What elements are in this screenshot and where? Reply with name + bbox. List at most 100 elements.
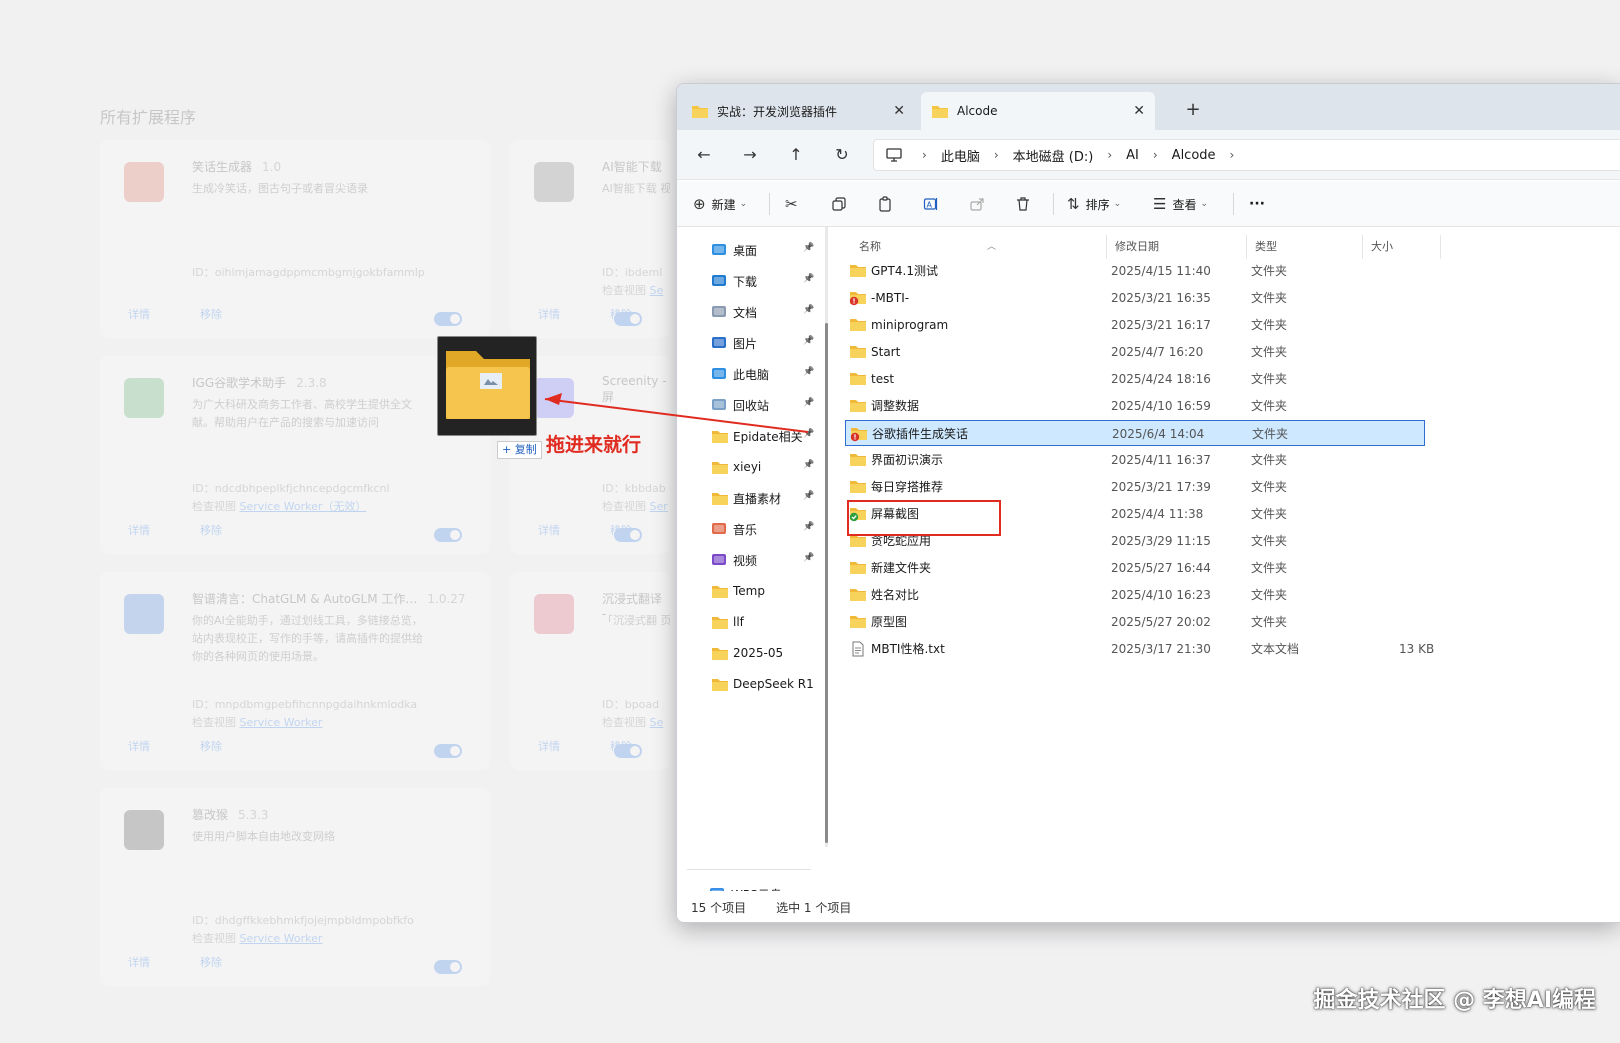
- extension-toggle[interactable]: [434, 528, 462, 542]
- inspect-link[interactable]: Se: [650, 716, 664, 729]
- file-row[interactable]: 谷歌插件生成笑话 2025/6/4 14:04 文件夹: [845, 420, 1425, 446]
- extension-toggle[interactable]: [614, 744, 642, 758]
- file-row[interactable]: 界面初识演示 2025/4/11 16:37 文件夹: [845, 447, 1445, 473]
- file-row[interactable]: Start 2025/4/7 16:20 文件夹: [845, 339, 1445, 365]
- file-name: 调整数据: [871, 399, 920, 413]
- breadcrumb-ai[interactable]: AI: [1126, 148, 1139, 163]
- breadcrumb-this-pc[interactable]: 此电脑: [941, 146, 980, 165]
- details-button[interactable]: 详情: [128, 738, 150, 754]
- details-button[interactable]: 详情: [128, 306, 150, 322]
- extension-toggle[interactable]: [614, 528, 642, 542]
- column-header-date[interactable]: 修改日期: [1107, 235, 1247, 259]
- remove-button[interactable]: 移除: [200, 738, 222, 754]
- sort-label: 排序: [1085, 197, 1110, 212]
- quick-access-item[interactable]: 视频: [711, 549, 757, 571]
- quick-access-item[interactable]: 此电脑: [711, 363, 769, 385]
- new-button[interactable]: ⊕ 新建 ⌄: [693, 191, 747, 217]
- command-bar: ⊕ 新建 ⌄ ✂ A ⇅ 排序 ⌄ ☰ 查看 ⌄ ···: [677, 181, 1620, 227]
- forward-button[interactable]: →: [737, 142, 763, 168]
- quick-access-item[interactable]: 回收站: [711, 394, 769, 416]
- quick-access-label: Epidate相关: [733, 429, 803, 444]
- breadcrumb-alcode[interactable]: Alcode: [1172, 148, 1216, 163]
- column-header-type[interactable]: 类型: [1247, 235, 1363, 259]
- paste-button[interactable]: [877, 191, 893, 217]
- file-row[interactable]: test 2025/4/24 18:16 文件夹: [845, 366, 1445, 392]
- inspect-link[interactable]: Service Worker: [240, 932, 323, 945]
- close-icon[interactable]: ✕: [893, 103, 905, 119]
- pin-icon: 📌: [803, 491, 815, 501]
- inspect-link[interactable]: Service Worker（无效）: [240, 500, 367, 513]
- quick-access-item[interactable]: xieyi: [711, 456, 761, 478]
- sort-button[interactable]: ⇅ 排序 ⌄: [1067, 191, 1121, 217]
- navigation-scrollbar[interactable]: [825, 227, 828, 847]
- file-row[interactable]: 每日穿搭推荐 2025/3/21 17:39 文件夹: [845, 474, 1445, 500]
- quick-access-item[interactable]: Epidate相关: [711, 425, 803, 447]
- inspect-link[interactable]: Ser: [650, 500, 668, 513]
- delete-button[interactable]: [1015, 191, 1031, 217]
- file-row[interactable]: miniprogram 2025/3/21 16:17 文件夹: [845, 312, 1445, 338]
- pin-icon: 📌: [803, 429, 815, 439]
- file-row[interactable]: 新建文件夹 2025/5/27 16:44 文件夹: [845, 555, 1445, 581]
- details-button[interactable]: 详情: [538, 738, 560, 754]
- share-button[interactable]: [969, 191, 985, 217]
- breadcrumb-drive-d[interactable]: 本地磁盘 (D:): [1013, 146, 1094, 165]
- extension-toggle[interactable]: [614, 312, 642, 326]
- close-icon[interactable]: ✕: [1133, 103, 1145, 119]
- details-button[interactable]: 详情: [538, 306, 560, 322]
- refresh-button[interactable]: ↻: [829, 142, 855, 168]
- extension-card: 笑话生成器 1.0 生成冷笑话，图古句子或者冒尖语录 ID：oihlmjamagdpp…: [100, 140, 490, 338]
- file-list: 名称 ︿ 修改日期 类型 大小 GPT4.1测试 2025/4/15 11:40 文…: [831, 227, 1620, 891]
- extension-toggle[interactable]: [434, 960, 462, 974]
- copy-button[interactable]: [831, 191, 847, 217]
- inspect-link[interactable]: Service Worker: [240, 716, 323, 729]
- file-row[interactable]: 调整数据 2025/4/10 16:59 文件夹: [845, 393, 1445, 419]
- quick-access-item[interactable]: 直播素材: [711, 487, 781, 509]
- quick-access-item[interactable]: llf: [711, 611, 744, 633]
- column-header-size[interactable]: 大小: [1363, 235, 1441, 259]
- extension-inspect-views: 检查视图 Se: [602, 282, 663, 298]
- details-button[interactable]: 详情: [128, 954, 150, 970]
- remove-button[interactable]: 移除: [200, 522, 222, 538]
- tab-alcode[interactable]: Alcode ✕: [921, 92, 1155, 130]
- remove-button[interactable]: 移除: [200, 306, 222, 322]
- extension-name-label: 笑话生成器: [192, 160, 253, 174]
- details-button[interactable]: 详情: [128, 522, 150, 538]
- quick-access-item[interactable]: 音乐: [711, 518, 757, 540]
- cut-button[interactable]: ✂: [785, 191, 798, 217]
- column-header-name[interactable]: 名称 ︿: [851, 235, 1107, 259]
- new-tab-button[interactable]: +: [1181, 98, 1205, 122]
- view-button[interactable]: ☰ 查看 ⌄: [1153, 191, 1208, 217]
- tab-browser-plugin[interactable]: 实战：开发浏览器插件 ✕: [681, 92, 915, 130]
- extension-toggle[interactable]: [434, 312, 462, 326]
- file-type: 文件夹: [1251, 372, 1288, 386]
- chevron-right-icon: ›: [922, 148, 927, 162]
- quick-access-item[interactable]: DeepSeek R1: [711, 673, 814, 695]
- quick-access-item[interactable]: 图片: [711, 332, 757, 354]
- quick-access-item[interactable]: Temp: [711, 580, 765, 602]
- extension-name-label: Screenity - 屏: [602, 374, 667, 404]
- quick-access-item[interactable]: 2025-05: [711, 642, 783, 664]
- more-options-button[interactable]: ···: [1249, 191, 1265, 217]
- back-button[interactable]: ←: [691, 142, 717, 168]
- quick-access-item[interactable]: 下载: [711, 270, 757, 292]
- view-label: 查看: [1172, 197, 1197, 212]
- quick-access-label: 图片: [733, 336, 758, 351]
- file-row[interactable]: 姓名对比 2025/4/10 16:23 文件夹: [845, 582, 1445, 608]
- quick-access-item[interactable]: 文档: [711, 301, 757, 323]
- divider: [1053, 193, 1054, 215]
- remove-button[interactable]: 移除: [200, 954, 222, 970]
- breadcrumb[interactable]: › 此电脑 › 本地磁盘 (D:) › AI › Alcode ›: [873, 139, 1620, 171]
- file-date: 2025/3/21 17:39: [1111, 480, 1211, 494]
- inspect-link[interactable]: Se: [650, 284, 664, 297]
- extension-toggle[interactable]: [434, 744, 462, 758]
- up-button[interactable]: ↑: [783, 142, 809, 168]
- file-row[interactable]: MBTI性格.txt 2025/3/17 21:30 文本文档 13 KB: [845, 636, 1445, 662]
- file-row[interactable]: -MBTI- 2025/3/21 16:35 文件夹: [845, 285, 1445, 311]
- file-row[interactable]: 原型图 2025/5/27 20:02 文件夹: [845, 609, 1445, 635]
- details-button[interactable]: 详情: [538, 522, 560, 538]
- rename-button[interactable]: A: [923, 191, 939, 217]
- quick-access-item[interactable]: 桌面: [711, 239, 757, 261]
- folder-icon: [850, 346, 866, 358]
- file-row[interactable]: GPT4.1测试 2025/4/15 11:40 文件夹: [845, 258, 1445, 284]
- tab-label: Alcode: [957, 104, 998, 118]
